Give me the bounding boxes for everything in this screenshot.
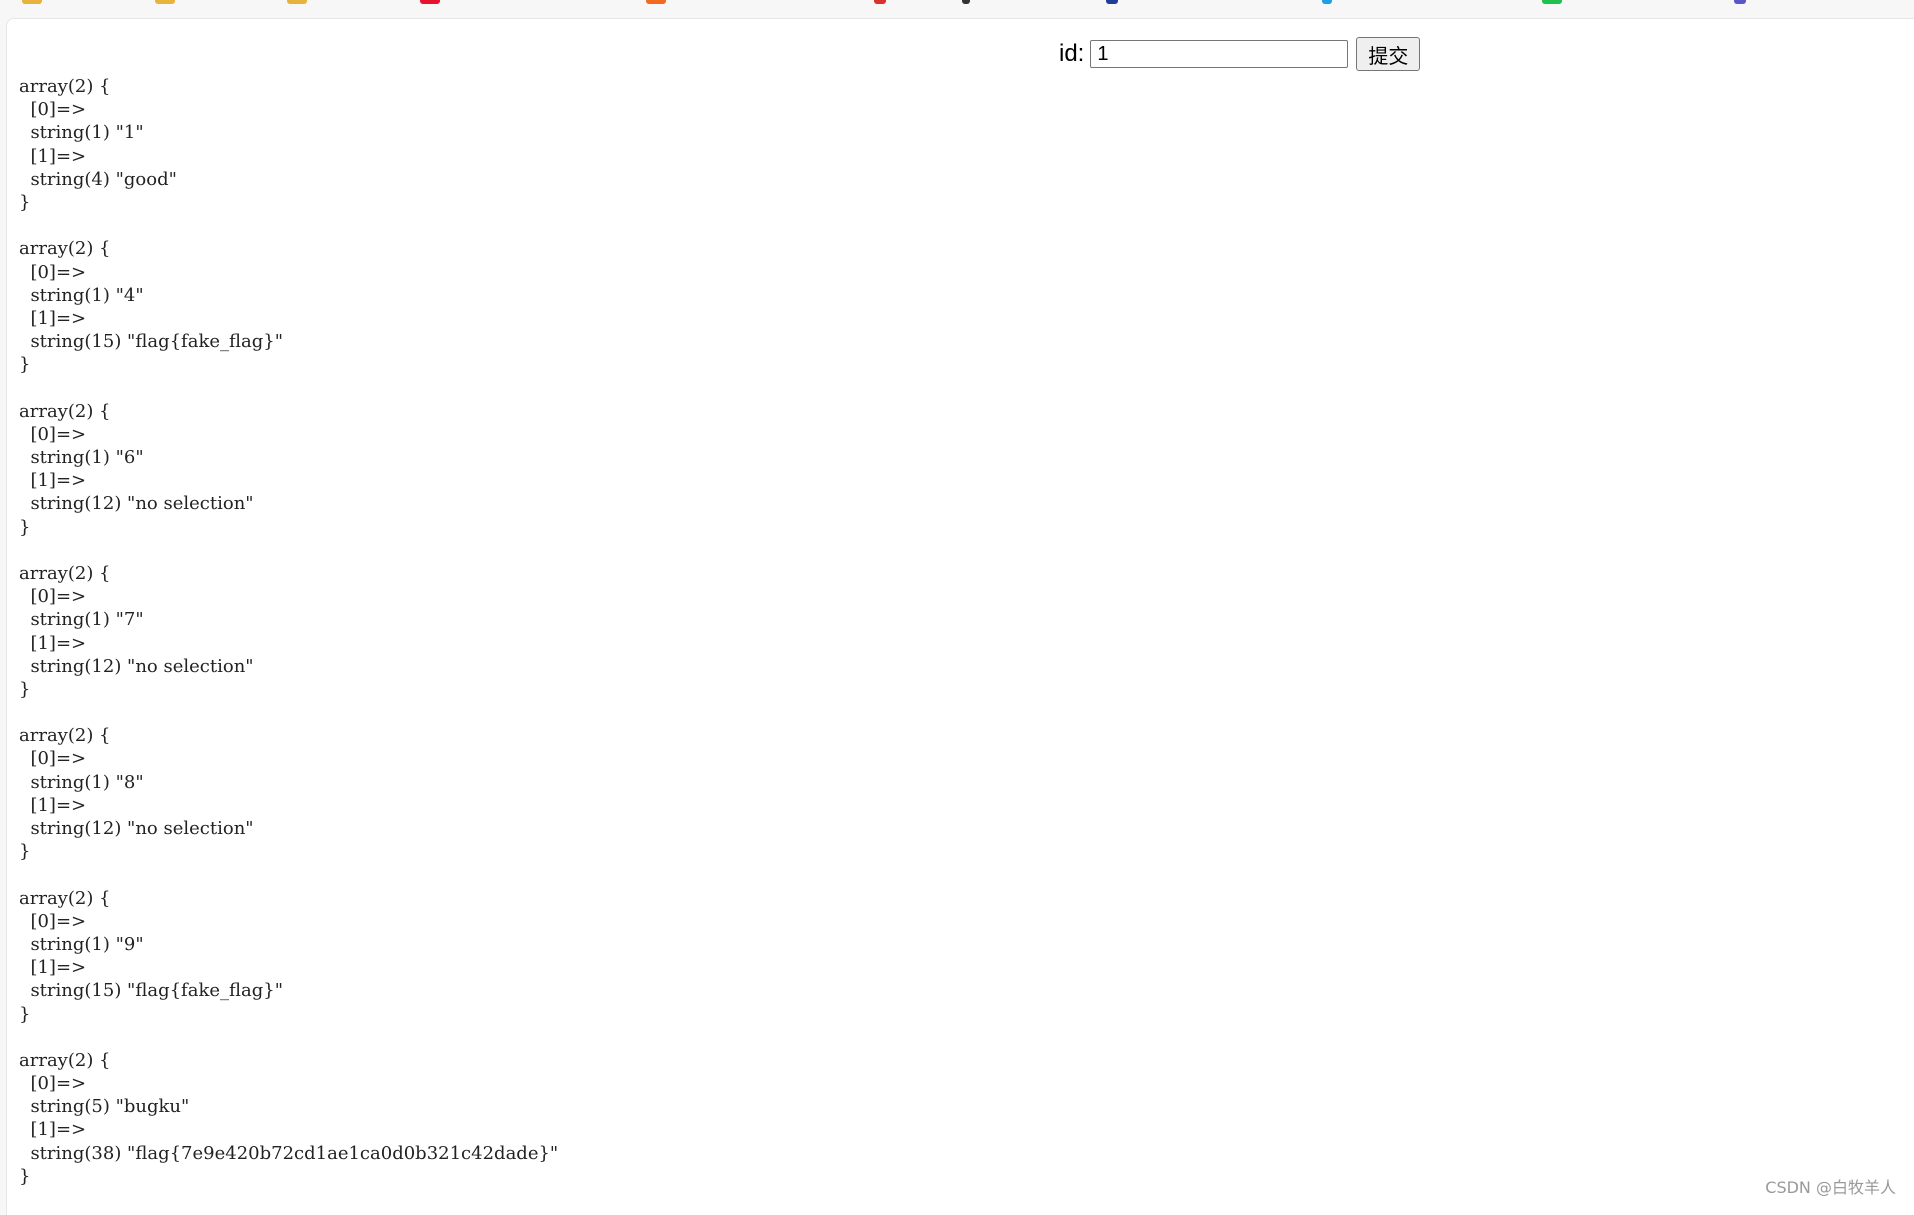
dump-line: array(2) {: [19, 724, 558, 747]
dump-line: [1]=>: [19, 469, 558, 492]
dump-line: string(4) "good": [19, 168, 558, 191]
dump-line: string(15) "flag{fake_flag}": [19, 330, 558, 353]
dump-line: }: [19, 353, 558, 376]
bookmark-icon[interactable]: [1106, 0, 1118, 4]
dump-line: string(38) "flag{7e9e420b72cd1ae1ca0d0b3…: [19, 1142, 558, 1165]
dump-line: array(2) {: [19, 1049, 558, 1072]
dump-line: [0]=>: [19, 747, 558, 770]
dump-line: string(12) "no selection": [19, 655, 558, 678]
dump-line: }: [19, 516, 558, 539]
dump-line: array(2) {: [19, 562, 558, 585]
dump-line: string(1) "8": [19, 771, 558, 794]
bookmark-icon[interactable]: [155, 0, 175, 4]
dump-line: string(1) "7": [19, 608, 558, 631]
dump-line: string(15) "flag{fake_flag}": [19, 979, 558, 1002]
dump-line: [0]=>: [19, 423, 558, 446]
bookmark-icon[interactable]: [874, 0, 886, 4]
bookmark-icon[interactable]: [1734, 0, 1746, 4]
dump-line: array(2) {: [19, 887, 558, 910]
dump-block: array(2) { [0]=> string(1) "9" [1]=> str…: [19, 887, 558, 1026]
dump-line: string(1) "6": [19, 446, 558, 469]
page-content: id: 提交 array(2) { [0]=> string(1) "1" [1…: [6, 18, 1914, 1215]
dump-line: [1]=>: [19, 1118, 558, 1141]
dump-line: string(1) "1": [19, 121, 558, 144]
dump-block: array(2) { [0]=> string(1) "1" [1]=> str…: [19, 75, 558, 214]
var-dump-output: array(2) { [0]=> string(1) "1" [1]=> str…: [19, 75, 558, 1211]
query-form: id: 提交: [1059, 37, 1420, 71]
dump-line: [0]=>: [19, 261, 558, 284]
bookmark-icon[interactable]: [962, 0, 970, 4]
dump-line: }: [19, 840, 558, 863]
dump-line: array(2) {: [19, 75, 558, 98]
dump-line: }: [19, 1003, 558, 1026]
dump-line: [1]=>: [19, 145, 558, 168]
dump-line: [0]=>: [19, 98, 558, 121]
bookmark-icon[interactable]: [22, 0, 42, 4]
bookmark-icon[interactable]: [287, 0, 307, 4]
bookmark-icon[interactable]: [646, 0, 666, 4]
dump-line: string(12) "no selection": [19, 492, 558, 515]
dump-line: string(12) "no selection": [19, 817, 558, 840]
csdn-watermark: CSDN @白牧羊人: [1765, 1174, 1896, 1198]
id-label: id:: [1059, 40, 1084, 68]
dump-line: array(2) {: [19, 400, 558, 423]
dump-line: [1]=>: [19, 956, 558, 979]
dump-line: [0]=>: [19, 1072, 558, 1095]
bookmarks-bar: [0, 0, 1914, 18]
dump-line: array(2) {: [19, 237, 558, 260]
dump-line: [1]=>: [19, 632, 558, 655]
dump-line: string(1) "9": [19, 933, 558, 956]
dump-block: array(2) { [0]=> string(1) "6" [1]=> str…: [19, 400, 558, 539]
dump-line: [0]=>: [19, 910, 558, 933]
dump-line: }: [19, 1165, 558, 1188]
dump-line: [0]=>: [19, 585, 558, 608]
bookmark-icon[interactable]: [1542, 0, 1562, 4]
dump-line: string(1) "4": [19, 284, 558, 307]
bookmark-icon[interactable]: [420, 0, 440, 4]
dump-line: }: [19, 678, 558, 701]
dump-line: [1]=>: [19, 794, 558, 817]
dump-block: array(2) { [0]=> string(5) "bugku" [1]=>…: [19, 1049, 558, 1188]
submit-button[interactable]: 提交: [1356, 37, 1420, 71]
dump-line: [1]=>: [19, 307, 558, 330]
dump-line: string(5) "bugku": [19, 1095, 558, 1118]
dump-block: array(2) { [0]=> string(1) "8" [1]=> str…: [19, 724, 558, 863]
dump-line: }: [19, 191, 558, 214]
bookmark-icon[interactable]: [1322, 0, 1332, 4]
dump-block: array(2) { [0]=> string(1) "4" [1]=> str…: [19, 237, 558, 376]
dump-block: array(2) { [0]=> string(1) "7" [1]=> str…: [19, 562, 558, 701]
id-input[interactable]: [1090, 40, 1348, 68]
